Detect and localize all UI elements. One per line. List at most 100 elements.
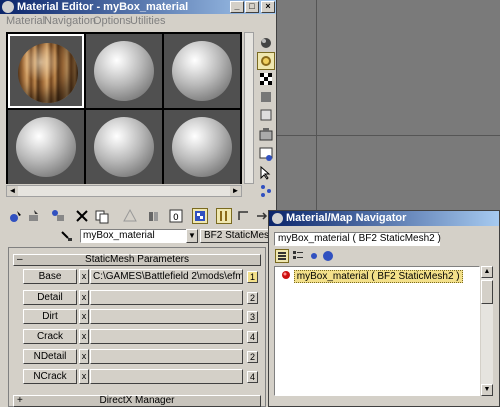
staticmesh-parameters-header[interactable]: – StaticMesh Parameters bbox=[13, 254, 261, 266]
sample-slots bbox=[6, 32, 242, 184]
sample-slot-5[interactable] bbox=[86, 110, 162, 184]
make-copy-icon[interactable] bbox=[94, 208, 110, 224]
app-icon bbox=[2, 1, 14, 13]
base-map-label-button[interactable]: Base bbox=[23, 269, 77, 284]
navigator-titlebar[interactable]: Material/Map Navigator bbox=[269, 211, 499, 226]
material-sphere bbox=[94, 117, 154, 177]
sample-slot-4[interactable] bbox=[8, 110, 84, 184]
ncrack-clear-button[interactable]: x bbox=[79, 369, 89, 384]
ndetail-channel-button[interactable]: 2 bbox=[247, 351, 258, 363]
app-icon bbox=[272, 213, 283, 224]
make-unique-icon[interactable] bbox=[122, 208, 138, 224]
material-navigator-icon[interactable] bbox=[257, 182, 275, 200]
rollout-next-title: DirectX Manager bbox=[99, 395, 175, 406]
expand-icon: + bbox=[17, 395, 23, 406]
view-large-icons-icon[interactable] bbox=[321, 249, 335, 263]
put-to-scene-icon[interactable] bbox=[26, 208, 42, 224]
sample-uv-icon[interactable] bbox=[257, 88, 275, 106]
video-check-icon[interactable] bbox=[257, 106, 275, 124]
go-parent-icon[interactable] bbox=[236, 208, 252, 224]
select-by-material-icon[interactable] bbox=[257, 164, 275, 182]
parameters-rollout: – StaticMesh Parameters Base x C:\GAMES\… bbox=[8, 247, 266, 407]
view-list-icon[interactable] bbox=[275, 249, 289, 263]
sample-slot-6[interactable] bbox=[164, 110, 240, 184]
put-library-icon[interactable] bbox=[146, 208, 162, 224]
collapse-icon: – bbox=[17, 254, 23, 265]
scroll-left-arrow[interactable]: ◄ bbox=[7, 186, 18, 196]
detail-channel-button[interactable]: 2 bbox=[247, 292, 258, 304]
base-channel-button[interactable]: 1 bbox=[247, 271, 258, 283]
scroll-right-arrow[interactable]: ► bbox=[230, 186, 241, 196]
scroll-down-arrow[interactable]: ▼ bbox=[481, 384, 493, 396]
navigator-tree: myBox_material ( BF2 StaticMesh2 ) bbox=[274, 266, 480, 396]
menu-material[interactable]: Material bbox=[6, 15, 45, 27]
menu-utilities[interactable]: Utilities bbox=[130, 15, 165, 27]
ncrack-map-button[interactable] bbox=[90, 369, 243, 384]
menu-options[interactable]: Options bbox=[93, 15, 131, 27]
directx-manager-header[interactable]: + DirectX Manager bbox=[13, 395, 261, 407]
view-list-maps-icon[interactable] bbox=[291, 249, 305, 263]
show-end-result-icon[interactable] bbox=[216, 208, 232, 224]
slots-vertical-scrollbar[interactable] bbox=[244, 32, 254, 184]
detail-map-label-button[interactable]: Detail bbox=[23, 290, 77, 305]
rollout-title: StaticMesh Parameters bbox=[85, 254, 189, 265]
options-icon[interactable] bbox=[257, 145, 275, 163]
detail-clear-button[interactable]: x bbox=[79, 290, 89, 305]
crack-channel-button[interactable]: 4 bbox=[247, 331, 258, 343]
material-sphere bbox=[16, 117, 76, 177]
assign-material-icon[interactable] bbox=[50, 208, 66, 224]
material-sphere bbox=[172, 117, 232, 177]
navigator-title: Material/Map Navigator bbox=[286, 212, 407, 224]
maximize-button[interactable]: □ bbox=[245, 1, 259, 13]
menu-navigation[interactable]: Navigation bbox=[44, 15, 96, 27]
material-editor-window: Material Editor - myBox_material _ □ × M… bbox=[0, 0, 277, 407]
ncrack-map-label-button[interactable]: NCrack bbox=[23, 369, 77, 384]
menu-bar: Material Navigation Options Utilities bbox=[0, 14, 276, 30]
crack-map-button[interactable] bbox=[90, 329, 243, 344]
show-map-icon[interactable] bbox=[192, 208, 208, 224]
slots-horizontal-scrollbar[interactable]: ◄ ► bbox=[6, 185, 242, 197]
material-effects-icon[interactable]: 0 bbox=[168, 208, 184, 224]
ndetail-map-button[interactable] bbox=[90, 349, 243, 364]
dirt-map-button[interactable] bbox=[90, 309, 243, 324]
pick-material-icon[interactable] bbox=[60, 230, 74, 242]
material-type-button[interactable]: BF2 StaticMesh2 bbox=[200, 229, 274, 243]
crack-clear-button[interactable]: x bbox=[79, 329, 89, 344]
crack-map-label-button[interactable]: Crack bbox=[23, 329, 77, 344]
backlight-icon[interactable] bbox=[257, 52, 275, 70]
scroll-up-arrow[interactable]: ▲ bbox=[481, 266, 493, 278]
scroll-thumb[interactable] bbox=[481, 280, 493, 304]
navigator-item-material[interactable]: myBox_material ( BF2 StaticMesh2 ) bbox=[281, 270, 463, 283]
ncrack-channel-button[interactable]: 4 bbox=[247, 371, 258, 383]
material-name-dropdown[interactable]: ▼ bbox=[186, 229, 198, 243]
background-icon[interactable] bbox=[257, 70, 275, 88]
minimize-button[interactable]: _ bbox=[230, 1, 244, 13]
dirt-channel-button[interactable]: 3 bbox=[247, 311, 258, 323]
dirt-map-label-button[interactable]: Dirt bbox=[23, 309, 77, 324]
sample-slot-2[interactable] bbox=[86, 34, 162, 108]
navigator-item-label: myBox_material ( BF2 StaticMesh2 ) bbox=[293, 270, 463, 283]
navigator-path-field: myBox_material ( BF2 StaticMesh2 ) bbox=[274, 232, 441, 246]
reset-map-icon[interactable] bbox=[74, 208, 90, 224]
material-sphere bbox=[94, 41, 154, 101]
material-sphere-icon bbox=[282, 271, 290, 279]
material-map-navigator-window: Material/Map Navigator myBox_material ( … bbox=[268, 210, 500, 407]
material-name-field[interactable]: myBox_material bbox=[80, 229, 196, 243]
detail-map-button[interactable] bbox=[90, 290, 243, 305]
sample-slot-1[interactable] bbox=[8, 34, 84, 108]
base-clear-button[interactable]: x bbox=[79, 269, 89, 284]
view-small-icons-icon[interactable] bbox=[307, 249, 321, 263]
material-editor-titlebar[interactable]: Material Editor - myBox_material _ □ × bbox=[0, 0, 276, 14]
sample-type-icon[interactable] bbox=[257, 34, 275, 52]
window-title: Material Editor - myBox_material bbox=[17, 1, 189, 13]
make-preview-icon[interactable] bbox=[257, 126, 275, 144]
close-button[interactable]: × bbox=[261, 1, 275, 13]
ndetail-map-label-button[interactable]: NDetail bbox=[23, 349, 77, 364]
base-map-button[interactable]: C:\GAMES\Battlefield 2\mods\efm\Obje bbox=[90, 269, 243, 284]
navigator-scrollbar[interactable]: ▲ ▼ bbox=[481, 266, 493, 396]
dirt-clear-button[interactable]: x bbox=[79, 309, 89, 324]
svg-text:0: 0 bbox=[173, 213, 179, 223]
sample-slot-3[interactable] bbox=[164, 34, 240, 108]
get-material-icon[interactable] bbox=[8, 208, 24, 224]
ndetail-clear-button[interactable]: x bbox=[79, 349, 89, 364]
